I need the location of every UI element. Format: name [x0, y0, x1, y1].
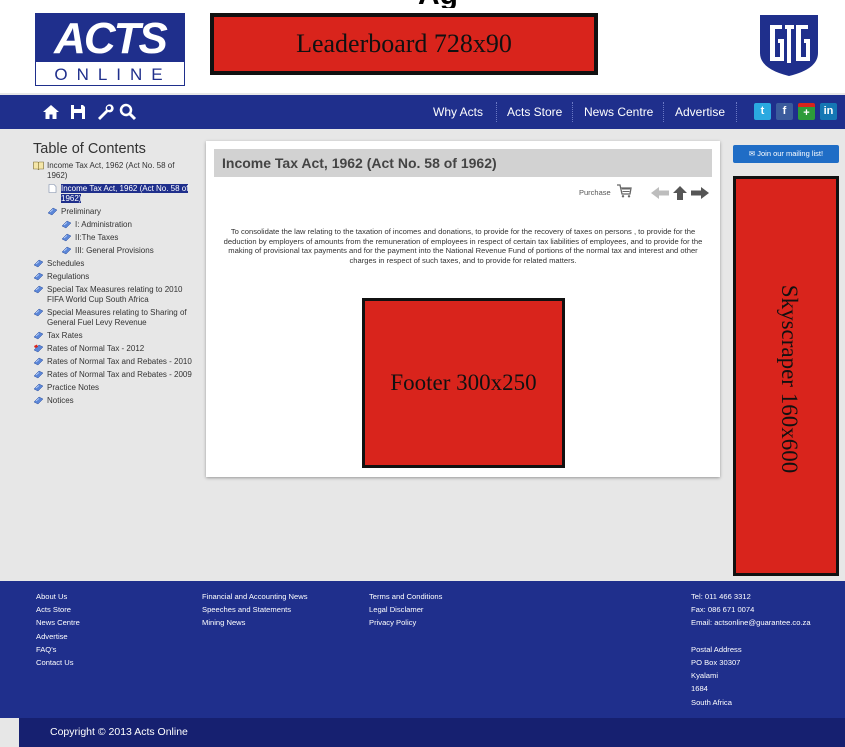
footer-email[interactable]: Email: actsonline@guarantee.co.za: [691, 616, 811, 629]
footer-postal-line: South Africa: [691, 697, 732, 707]
footer-postal-line: Kyalami: [691, 671, 719, 681]
footer-link[interactable]: FAQ's: [36, 643, 80, 656]
toc-item-label: Rates of Normal Tax and Rebates - 2010: [47, 357, 192, 366]
toc-title: Table of Contents: [33, 141, 146, 157]
leaderboard-ad[interactable]: Leaderboard 728x90: [210, 13, 598, 75]
twitter-icon[interactable]: t: [754, 103, 771, 120]
linkedin-icon[interactable]: in: [820, 103, 837, 120]
nav-news-centre[interactable]: News Centre: [584, 95, 653, 129]
footer-col-legal: Terms and Conditions Legal Disclamer Pri…: [369, 590, 442, 630]
toc-item-label: Income Tax Act, 1962 (Act No. 58 of 1962…: [61, 184, 189, 203]
nav-separator: [572, 102, 573, 122]
footer-link[interactable]: Acts Store: [36, 603, 80, 616]
header-partial-text: Ag: [418, 0, 488, 8]
footer-postal-line: 1684: [691, 684, 708, 694]
footer-tel: Tel: 011 466 3312: [691, 592, 751, 601]
toc-item[interactable]: Notices: [33, 396, 193, 406]
nav-acts-store[interactable]: Acts Store: [507, 95, 562, 129]
toc-item[interactable]: Schedules: [33, 259, 193, 269]
nav-separator: [663, 102, 664, 122]
home-icon[interactable]: [41, 102, 61, 122]
toc-list: Income Tax Act, 1962 (Act No. 58 of 1962…: [33, 161, 193, 406]
toc-item-label: Schedules: [47, 259, 85, 268]
mailing-list-button[interactable]: ✉ Join our mailing list!: [733, 145, 839, 163]
toc-item-label: Rates of Normal Tax and Rebates - 2009: [47, 370, 192, 379]
logo-wordmark: ACTS: [36, 14, 184, 63]
footer-link[interactable]: Terms and Conditions: [369, 590, 442, 603]
footer-link[interactable]: News Centre: [36, 616, 80, 629]
footer-link[interactable]: Privacy Policy: [369, 616, 442, 629]
toc-item[interactable]: Special Measures relating to Sharing of …: [33, 308, 193, 328]
nav-why-acts[interactable]: Why Acts: [433, 95, 483, 129]
toc-item-label: II:The Taxes: [75, 233, 119, 242]
nav-separator: [736, 102, 737, 122]
save-icon[interactable]: [68, 102, 88, 122]
next-arrow-icon[interactable]: [691, 187, 709, 199]
toc-item[interactable]: Preliminary: [47, 207, 193, 217]
copyright-bar: Copyright © 2013 Acts Online: [19, 718, 845, 747]
act-description: To consolidate the law relating to the t…: [223, 227, 703, 265]
toc-item[interactable]: I: Administration: [61, 220, 193, 230]
toc-item[interactable]: Rates of Normal Tax and Rebates - 2010: [33, 357, 193, 367]
footer-fax: Fax: 086 671 0074: [691, 605, 755, 615]
navigation-arrows: [651, 186, 709, 200]
copyright-text: Copyright © 2013 Acts Online: [50, 726, 188, 738]
toc-item[interactable]: Rates of Normal Tax and Rebates - 2009: [33, 370, 193, 380]
toc-item[interactable]: Regulations: [33, 272, 193, 282]
toc-item-label: Tax Rates: [47, 331, 83, 340]
footer-link[interactable]: Legal Disclamer: [369, 603, 442, 616]
purchase-label[interactable]: Purchase: [579, 188, 611, 197]
search-icon[interactable]: [118, 102, 138, 122]
toc-item[interactable]: III: General Provisions: [61, 246, 193, 256]
footer-col-site: About Us Acts Store News Centre Advertis…: [36, 590, 80, 669]
footer-link[interactable]: Contact Us: [36, 656, 80, 669]
toc-item-label: Practice Notes: [47, 383, 100, 392]
toc-item[interactable]: Rates of Normal Tax - 2012: [33, 344, 193, 354]
header: Ag ACTS ONLINE Leaderboard 728x90: [0, 0, 845, 93]
content-panel: Income Tax Act, 1962 (Act No. 58 of 1962…: [206, 141, 720, 477]
up-arrow-icon[interactable]: [673, 186, 687, 200]
toc-item[interactable]: Practice Notes: [33, 383, 193, 393]
table-of-contents: Table of Contents Income Tax Act, 1962 (…: [33, 141, 193, 409]
google-plus-icon[interactable]: +: [798, 103, 815, 120]
toc-item-label: I: Administration: [75, 220, 132, 229]
toc-item-label: Regulations: [47, 272, 90, 281]
site-footer: About Us Acts Store News Centre Advertis…: [0, 581, 845, 718]
toc-item-label: Special Tax Measures relating to 2010 FI…: [47, 285, 183, 304]
footer-ad[interactable]: Footer 300x250: [362, 298, 565, 468]
toc-item[interactable]: II:The Taxes: [61, 233, 193, 243]
tools-icon[interactable]: [94, 102, 114, 122]
nav-advertise[interactable]: Advertise: [675, 95, 725, 129]
toc-item[interactable]: Income Tax Act, 1962 (Act No. 58 of 1962…: [47, 184, 193, 204]
skyscraper-ad[interactable]: Skyscraper 160x600: [733, 176, 839, 576]
cart-icon[interactable]: [616, 184, 632, 198]
main-navbar: Why Acts Acts Store News Centre Advertis…: [0, 95, 845, 129]
footer-link[interactable]: Advertise: [36, 630, 80, 643]
toc-item[interactable]: Tax Rates: [33, 331, 193, 341]
footer-col-news: Financial and Accounting News Speeches a…: [202, 590, 308, 630]
footer-spacer: [691, 630, 811, 643]
footer-postal-heading: Postal Address: [691, 644, 742, 654]
page-title: Income Tax Act, 1962 (Act No. 58 of 1962…: [214, 149, 712, 177]
toc-item[interactable]: Special Tax Measures relating to 2010 FI…: [33, 285, 193, 305]
toc-item-label: Special Measures relating to Sharing of …: [47, 308, 187, 327]
facebook-icon[interactable]: f: [776, 103, 793, 120]
previous-arrow-icon[interactable]: [651, 187, 669, 199]
footer-postal-line: PO Box 30307: [691, 658, 741, 667]
footer-link[interactable]: Financial and Accounting News: [202, 590, 308, 603]
gtg-shield-logo[interactable]: [756, 13, 822, 78]
acts-online-logo[interactable]: ACTS ONLINE: [35, 13, 185, 86]
toc-item-label: III: General Provisions: [75, 246, 154, 255]
toc-item-label: Notices: [47, 396, 74, 405]
footer-link[interactable]: Mining News: [202, 616, 308, 629]
footer-link[interactable]: Speeches and Statements: [202, 603, 308, 616]
logo-subtitle: ONLINE: [54, 65, 172, 84]
toc-item-label: Rates of Normal Tax - 2012: [47, 344, 145, 353]
footer-link[interactable]: About Us: [36, 590, 80, 603]
footer-contact: Tel: 011 466 3312 Fax: 086 671 0074 Emai…: [691, 590, 811, 709]
nav-separator: [496, 102, 497, 122]
toc-item-label: Income Tax Act, 1962 (Act No. 58 of 1962…: [47, 161, 175, 180]
toc-item-label: Preliminary: [61, 207, 102, 216]
toc-item[interactable]: Income Tax Act, 1962 (Act No. 58 of 1962…: [33, 161, 193, 181]
